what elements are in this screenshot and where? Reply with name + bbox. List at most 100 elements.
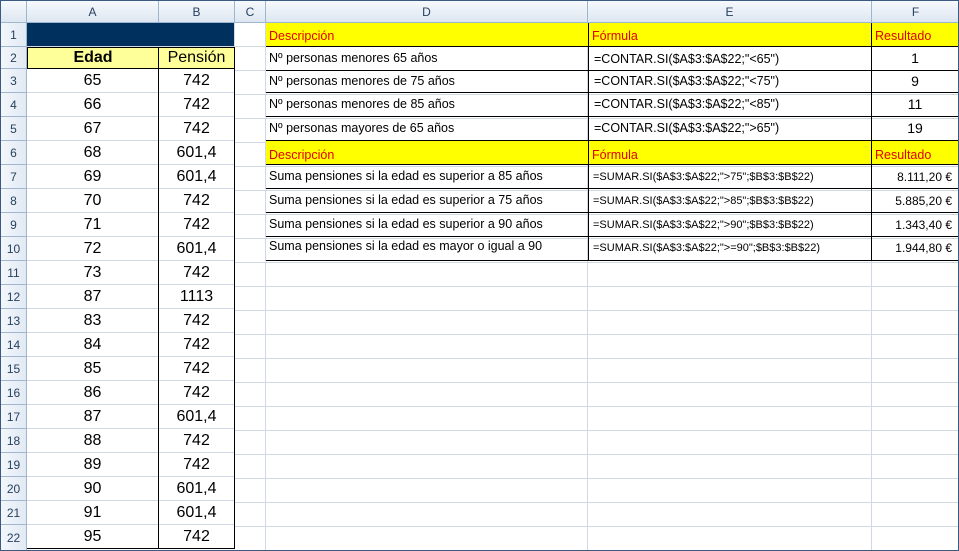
cell-pension[interactable]: 742 bbox=[159, 381, 235, 405]
t1-result[interactable]: 11 bbox=[872, 93, 958, 117]
t1-header-resultado[interactable]: Resultado bbox=[872, 23, 958, 47]
column-header-d[interactable]: D bbox=[266, 1, 588, 23]
cell-pension[interactable]: 742 bbox=[159, 453, 235, 477]
cell-edad[interactable]: 83 bbox=[27, 309, 159, 333]
cell-pension[interactable]: 601,4 bbox=[159, 237, 235, 261]
row-header-22[interactable]: 22 bbox=[1, 525, 27, 550]
t2-header-formula[interactable]: Fórmula bbox=[589, 141, 872, 165]
row-header-6[interactable]: 6 bbox=[1, 141, 27, 165]
title-cell-navy[interactable] bbox=[27, 23, 235, 47]
cell-edad[interactable]: 71 bbox=[27, 213, 159, 237]
row-header-3[interactable]: 3 bbox=[1, 69, 27, 93]
cell-pension[interactable]: 742 bbox=[159, 93, 235, 117]
t1-formula[interactable]: =CONTAR.SI($A$3:$A$22;"<75") bbox=[589, 71, 872, 93]
t2-desc[interactable]: Suma pensiones si la edad es superior a … bbox=[266, 165, 589, 189]
column-header-b[interactable]: B bbox=[159, 1, 235, 23]
t1-desc[interactable]: Nº personas mayores de 65 años bbox=[266, 117, 589, 141]
t2-result[interactable]: 5.885,20 € bbox=[872, 189, 958, 213]
row-header-7[interactable]: 7 bbox=[1, 165, 27, 189]
column-header-e[interactable]: E bbox=[588, 1, 872, 23]
row-header-10[interactable]: 10 bbox=[1, 237, 27, 261]
cell-pension[interactable]: 1113 bbox=[159, 285, 235, 309]
row-header-17[interactable]: 17 bbox=[1, 405, 27, 429]
t2-header-resultado[interactable]: Resultado bbox=[872, 141, 958, 165]
t1-header-descripcion[interactable]: Descripción bbox=[266, 23, 589, 47]
cell-edad[interactable]: 68 bbox=[27, 141, 159, 165]
row-header-9[interactable]: 9 bbox=[1, 213, 27, 237]
row-header-19[interactable]: 19 bbox=[1, 453, 27, 477]
row-header-15[interactable]: 15 bbox=[1, 357, 27, 381]
cell-edad[interactable]: 88 bbox=[27, 429, 159, 453]
cell-edad[interactable]: 85 bbox=[27, 357, 159, 381]
t1-formula[interactable]: =CONTAR.SI($A$3:$A$22;">65") bbox=[589, 117, 872, 141]
t1-formula[interactable]: =CONTAR.SI($A$3:$A$22;"<65") bbox=[589, 47, 872, 71]
cell-edad[interactable]: 72 bbox=[27, 237, 159, 261]
t1-result[interactable]: 19 bbox=[872, 117, 958, 141]
cell-edad[interactable]: 73 bbox=[27, 261, 159, 285]
row-header-4[interactable]: 4 bbox=[1, 93, 27, 117]
cell-pension[interactable]: 742 bbox=[159, 357, 235, 381]
t2-formula[interactable]: =SUMAR.SI($A$3:$A$22;">90";$B$3:$B$22) bbox=[589, 213, 872, 237]
t1-desc[interactable]: Nº personas menores 65 años bbox=[266, 47, 589, 71]
select-all-corner[interactable] bbox=[1, 1, 27, 23]
cell-edad[interactable]: 87 bbox=[27, 405, 159, 429]
cell-edad[interactable]: 67 bbox=[27, 117, 159, 141]
cell-pension[interactable]: 742 bbox=[159, 69, 235, 93]
cell-pension[interactable]: 601,4 bbox=[159, 165, 235, 189]
row-header-2[interactable]: 2 bbox=[1, 47, 27, 69]
cell-edad[interactable]: 70 bbox=[27, 189, 159, 213]
t2-result[interactable]: 8.111,20 € bbox=[872, 165, 958, 189]
cell-pension[interactable]: 601,4 bbox=[159, 501, 235, 525]
row-header-14[interactable]: 14 bbox=[1, 333, 27, 357]
row-header-21[interactable]: 21 bbox=[1, 501, 27, 525]
cell-pension[interactable]: 601,4 bbox=[159, 405, 235, 429]
cell-pension[interactable]: 742 bbox=[159, 429, 235, 453]
spreadsheet-grid[interactable]: A B C D E F 1 2 3 4 5 6 7 8 9 10 11 12 1… bbox=[0, 0, 959, 551]
row-header-1[interactable]: 1 bbox=[1, 23, 27, 47]
cell-pension[interactable]: 601,4 bbox=[159, 141, 235, 165]
row-header-5[interactable]: 5 bbox=[1, 117, 27, 141]
cell-edad[interactable]: 84 bbox=[27, 333, 159, 357]
column-header-f[interactable]: F bbox=[872, 1, 958, 23]
t2-desc[interactable]: Suma pensiones si la edad es mayor o igu… bbox=[266, 237, 589, 261]
t1-formula[interactable]: =CONTAR.SI($A$3:$A$22;"<85") bbox=[589, 93, 872, 117]
cell-pension[interactable]: 742 bbox=[159, 117, 235, 141]
row-header-13[interactable]: 13 bbox=[1, 309, 27, 333]
row-header-8[interactable]: 8 bbox=[1, 189, 27, 213]
cell-pension[interactable]: 742 bbox=[159, 213, 235, 237]
cell-edad[interactable]: 87 bbox=[27, 285, 159, 309]
t1-result[interactable]: 1 bbox=[872, 47, 958, 71]
t2-result[interactable]: 1.343,40 € bbox=[872, 213, 958, 237]
header-edad[interactable]: Edad bbox=[27, 47, 159, 69]
cell-pension[interactable]: 601,4 bbox=[159, 477, 235, 501]
cell-edad[interactable]: 86 bbox=[27, 381, 159, 405]
row-header-20[interactable]: 20 bbox=[1, 477, 27, 501]
cell-pension[interactable]: 742 bbox=[159, 189, 235, 213]
t2-formula[interactable]: =SUMAR.SI($A$3:$A$22;">=90";$B$3:$B$22) bbox=[589, 237, 872, 261]
column-header-c[interactable]: C bbox=[235, 1, 266, 23]
column-header-a[interactable]: A bbox=[27, 1, 159, 23]
cell-pension[interactable]: 742 bbox=[159, 333, 235, 357]
row-header-18[interactable]: 18 bbox=[1, 429, 27, 453]
t2-formula[interactable]: =SUMAR.SI($A$3:$A$22;">85";$B$3:$B$22) bbox=[589, 189, 872, 213]
row-header-12[interactable]: 12 bbox=[1, 285, 27, 309]
t2-header-descripcion[interactable]: Descripción bbox=[266, 141, 589, 165]
cell-edad[interactable]: 95 bbox=[27, 525, 159, 549]
header-pension[interactable]: Pensión bbox=[158, 47, 235, 69]
t2-formula[interactable]: =SUMAR.SI($A$3:$A$22;">75";$B$3:$B$22) bbox=[589, 165, 872, 189]
cell-pension[interactable]: 742 bbox=[159, 261, 235, 285]
cell-pension[interactable]: 742 bbox=[159, 525, 235, 549]
row-header-16[interactable]: 16 bbox=[1, 381, 27, 405]
cell-pension[interactable]: 742 bbox=[159, 309, 235, 333]
t1-desc[interactable]: Nº personas menores de 75 años bbox=[266, 71, 589, 93]
cell-edad[interactable]: 65 bbox=[27, 69, 159, 93]
cell-edad[interactable]: 66 bbox=[27, 93, 159, 117]
t2-desc[interactable]: Suma pensiones si la edad es superior a … bbox=[266, 189, 589, 213]
t2-result[interactable]: 1.944,80 € bbox=[872, 237, 958, 261]
cell-edad[interactable]: 89 bbox=[27, 453, 159, 477]
cell-edad[interactable]: 90 bbox=[27, 477, 159, 501]
t1-desc[interactable]: Nº personas menores de 85 años bbox=[266, 93, 589, 117]
t2-desc[interactable]: Suma pensiones si la edad es superior a … bbox=[266, 213, 589, 237]
cell-edad[interactable]: 69 bbox=[27, 165, 159, 189]
row-header-11[interactable]: 11 bbox=[1, 261, 27, 285]
